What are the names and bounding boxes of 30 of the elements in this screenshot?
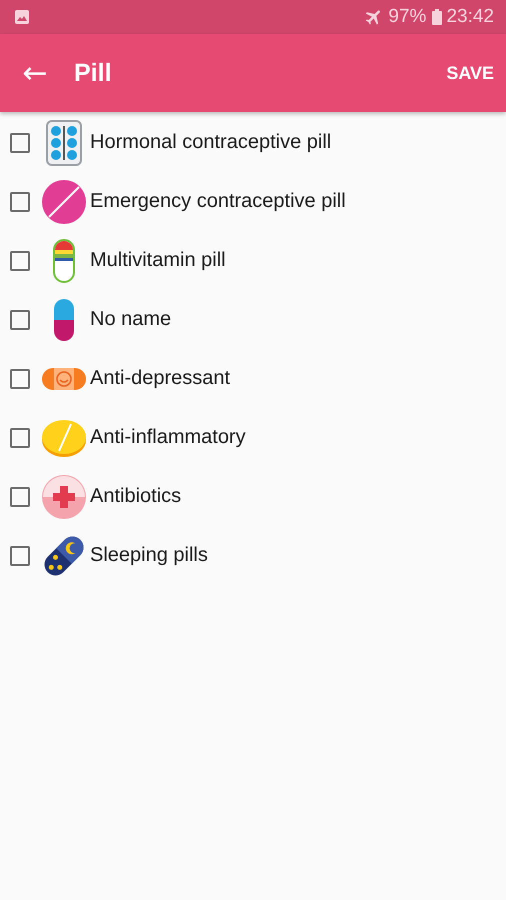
blister-pack-icon [46, 120, 82, 166]
screen-title: Pill [74, 58, 113, 88]
pill-name: Sleeping pills [90, 544, 208, 567]
tablet-icon [41, 418, 87, 458]
checkbox[interactable] [10, 546, 30, 566]
capsule-icon [52, 296, 76, 342]
back-button[interactable]: ← [20, 56, 50, 90]
clock: 23:42 [446, 6, 494, 28]
save-button[interactable]: SAVE [446, 62, 494, 84]
checkbox[interactable] [10, 368, 30, 388]
checkbox[interactable] [10, 192, 30, 212]
battery-icon [432, 9, 442, 25]
smiley-pill-icon [41, 366, 87, 390]
cross-pill-icon [41, 474, 87, 520]
checkbox[interactable] [10, 310, 30, 330]
pill-name: Anti-depressant [90, 367, 230, 390]
pill-name: Anti-inflammatory [90, 426, 246, 449]
image-icon [14, 9, 30, 25]
capsule-icon [52, 238, 76, 284]
checkbox[interactable] [10, 132, 30, 152]
checkbox[interactable] [10, 250, 30, 270]
pill-name: Emergency contraceptive pill [90, 190, 346, 213]
pill-name: Hormonal contraceptive pill [90, 131, 332, 154]
pill-name: No name [90, 308, 172, 331]
battery-percent: 97% [388, 6, 426, 28]
tablet-icon [41, 178, 87, 224]
checkbox[interactable] [10, 428, 30, 448]
checkbox[interactable] [10, 486, 30, 506]
pill-name: Antibiotics [90, 485, 182, 508]
pill-name: Multivitamin pill [90, 249, 226, 272]
